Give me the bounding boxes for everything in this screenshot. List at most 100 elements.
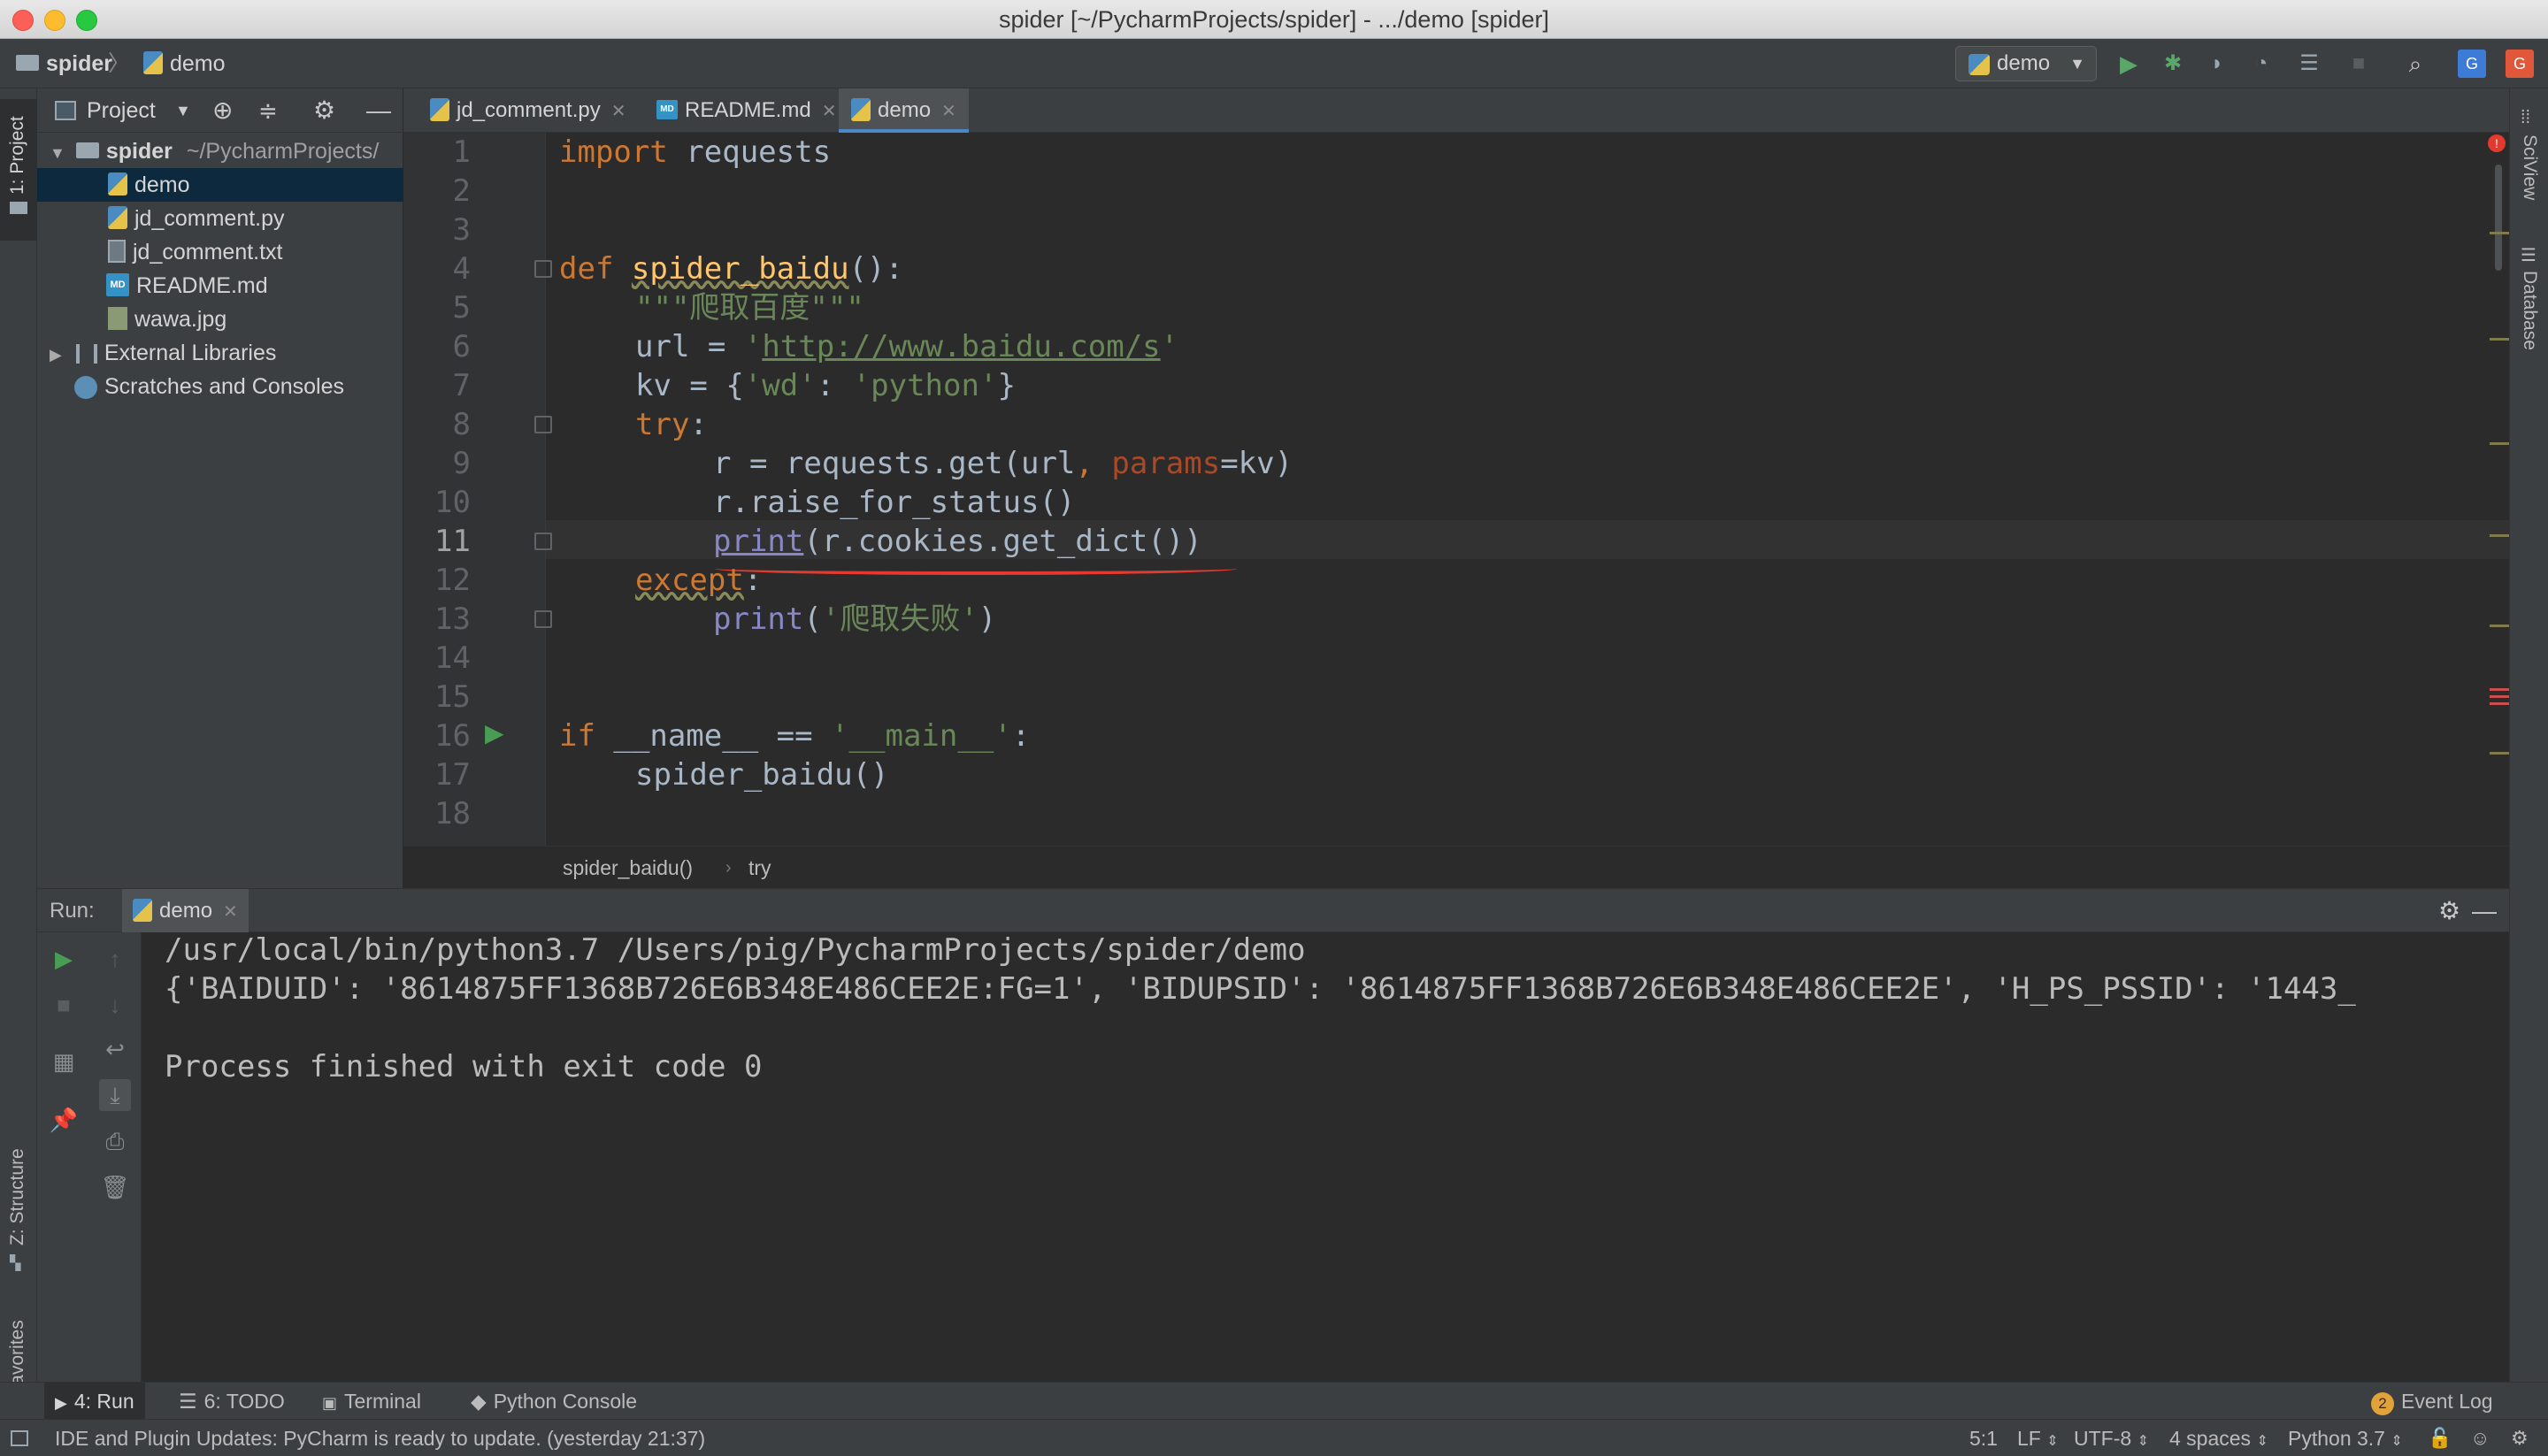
stop-icon[interactable]: ■ bbox=[2345, 50, 2373, 78]
tool-tab-database[interactable]: Database bbox=[2519, 271, 2540, 350]
arrow-up-icon[interactable]: ↑ bbox=[99, 943, 131, 975]
breadcrumb-item-try[interactable]: try bbox=[748, 847, 771, 889]
tab-readme-md[interactable]: MD README.md ✕ bbox=[644, 88, 848, 133]
warning-stripe-mark[interactable] bbox=[2490, 442, 2509, 445]
tree-item-external-libraries[interactable]: ▶ External Libraries bbox=[37, 336, 403, 370]
code-line-8: try: bbox=[635, 407, 708, 442]
updown-icon: ⇕ bbox=[2137, 1434, 2149, 1449]
locate-file-icon[interactable]: ⊕ bbox=[212, 88, 233, 133]
stop-icon[interactable]: ■ bbox=[48, 989, 80, 1021]
warning-stripe-mark[interactable] bbox=[2490, 338, 2509, 341]
run-configuration-dropdown[interactable]: demo ▼ bbox=[1955, 46, 2097, 81]
run-panel-header: Run: demo ✕ ⚙ — bbox=[37, 888, 2509, 933]
caret-position[interactable]: 5:1 bbox=[1969, 1420, 1998, 1456]
tool-tab-sciview[interactable]: SciView bbox=[2519, 134, 2540, 200]
tree-item-demo[interactable]: demo bbox=[37, 168, 403, 202]
run-tab-demo[interactable]: demo ✕ bbox=[122, 889, 249, 933]
error-stripe-mark[interactable] bbox=[2490, 702, 2509, 705]
tab-demo[interactable]: demo ✕ bbox=[839, 88, 969, 133]
close-tab-icon[interactable]: ✕ bbox=[611, 102, 626, 121]
hide-panel-icon[interactable]: — bbox=[366, 88, 391, 133]
close-tab-icon[interactable]: ✕ bbox=[223, 902, 238, 922]
tree-root-spider[interactable]: ▼ spider ~/PycharmProjects/ bbox=[37, 134, 403, 168]
folder-icon bbox=[75, 142, 99, 159]
coverage-icon[interactable]: ◗ bbox=[2203, 50, 2231, 78]
breadcrumb-item-function[interactable]: spider_baidu() bbox=[563, 847, 693, 889]
memory-indicator-icon[interactable]: ⚙ bbox=[2511, 1420, 2529, 1456]
close-tab-icon[interactable]: ✕ bbox=[822, 102, 837, 121]
print-icon[interactable]: ⎙ bbox=[99, 1125, 131, 1157]
tree-item-scratches[interactable]: Scratches and Consoles bbox=[37, 370, 403, 403]
warning-stripe-mark[interactable] bbox=[2490, 232, 2509, 234]
fold-marker-icon[interactable] bbox=[534, 610, 552, 628]
nav-crumb-project[interactable]: spider bbox=[16, 39, 112, 88]
project-view-selector[interactable]: Project bbox=[87, 88, 156, 133]
warning-stripe-mark[interactable] bbox=[2490, 534, 2509, 537]
editor-scrollbar[interactable] bbox=[2495, 165, 2502, 271]
soft-wrap-icon[interactable]: ↩ bbox=[99, 1033, 131, 1065]
fold-marker-icon[interactable] bbox=[534, 533, 552, 550]
tool-button-todo[interactable]: ☰ 6: TODO bbox=[168, 1383, 295, 1420]
tool-button-run[interactable]: ▶ 4: Run bbox=[44, 1383, 145, 1420]
run-icon[interactable]: ▶ bbox=[2114, 50, 2143, 78]
trash-icon[interactable]: 🗑 bbox=[99, 1171, 131, 1203]
error-stripe-mark[interactable] bbox=[2490, 695, 2509, 698]
tool-button-event-log[interactable]: 2 Event Log bbox=[2360, 1383, 2504, 1420]
updown-icon: ⇕ bbox=[2256, 1434, 2268, 1449]
collapse-all-icon[interactable]: ≑ bbox=[258, 88, 278, 133]
encoding-selector[interactable]: UTF-8 ⇕ bbox=[2074, 1420, 2149, 1456]
chevron-down-icon: ▼ bbox=[2069, 55, 2085, 73]
tool-tab-structure[interactable]: Z: Structure bbox=[7, 1148, 28, 1245]
scroll-to-end-icon[interactable]: ⤓ bbox=[99, 1079, 131, 1111]
gutter-divider bbox=[545, 133, 546, 846]
warning-stripe-mark[interactable] bbox=[2490, 625, 2509, 627]
arrow-down-icon[interactable]: ↓ bbox=[99, 989, 131, 1021]
fold-marker-icon[interactable] bbox=[534, 260, 552, 278]
error-stripe-mark[interactable] bbox=[2490, 688, 2509, 691]
run-gutter-icon[interactable]: ▶ bbox=[485, 718, 504, 747]
tool-button-terminal[interactable]: ▣ Terminal bbox=[311, 1383, 432, 1420]
warning-stripe-mark[interactable] bbox=[2490, 752, 2509, 755]
project-panel: Project ▼ ⊕ ≑ ⚙ — ▼ spider ~/PycharmProjec… bbox=[37, 88, 403, 888]
translate-alt-icon[interactable]: G bbox=[2506, 50, 2534, 78]
gear-icon[interactable]: ⚙ bbox=[2438, 889, 2460, 933]
code-line-12: except: bbox=[635, 563, 763, 598]
run-toolbar-primary: ▶ ■ ▦ 📌 bbox=[37, 932, 90, 1382]
tree-item-readme[interactable]: MD README.md bbox=[37, 269, 403, 303]
inspector-icon[interactable]: ☺ bbox=[2470, 1420, 2490, 1456]
left-tool-strip: 1: Project Z: Structure ▚ 2: Favorites ★ bbox=[0, 88, 37, 1449]
status-message[interactable]: IDE and Plugin Updates: PyCharm is ready… bbox=[55, 1420, 705, 1456]
concurrency-icon[interactable]: ☰ bbox=[2295, 50, 2323, 78]
close-tab-icon[interactable]: ✕ bbox=[941, 102, 956, 121]
tab-jd-comment-py[interactable]: jd_comment.py ✕ bbox=[418, 88, 639, 133]
editor-tabs: jd_comment.py ✕ MD README.md ✕ demo ✕ bbox=[403, 88, 2509, 133]
tool-button-python-console[interactable]: ◆ Python Console bbox=[460, 1383, 648, 1420]
interpreter-selector[interactable]: Python 3.7 ⇕ bbox=[2288, 1420, 2403, 1456]
indent-selector[interactable]: 4 spaces ⇕ bbox=[2169, 1420, 2268, 1456]
fold-marker-icon[interactable] bbox=[534, 416, 552, 433]
tree-item-jd-comment-txt[interactable]: jd_comment.txt bbox=[37, 235, 403, 269]
chevron-down-icon[interactable]: ▼ bbox=[175, 88, 191, 133]
tree-item-wawa-jpg[interactable]: wawa.jpg bbox=[37, 303, 403, 336]
code-line-7: kv = {'wd': 'python'} bbox=[635, 368, 1016, 403]
search-icon[interactable]: ⌕ bbox=[2401, 50, 2429, 78]
lock-icon[interactable]: 🔓 bbox=[2428, 1420, 2452, 1456]
gear-icon[interactable]: ⚙ bbox=[313, 88, 335, 133]
nav-crumb-file[interactable]: demo bbox=[143, 39, 226, 88]
tool-tab-project-label[interactable]: 1: Project bbox=[7, 116, 28, 195]
code-line-1: import requests bbox=[559, 134, 832, 170]
tree-item-jd-comment-py[interactable]: jd_comment.py bbox=[37, 202, 403, 235]
rerun-icon[interactable]: ▶ bbox=[48, 943, 80, 975]
folder-icon bbox=[16, 55, 39, 72]
python-file-icon bbox=[108, 172, 127, 196]
debug-icon[interactable]: ✱ bbox=[2159, 50, 2187, 78]
hide-panel-icon[interactable]: — bbox=[2472, 889, 2497, 933]
translate-icon[interactable]: G bbox=[2458, 50, 2486, 78]
profile-icon[interactable]: ◔ bbox=[2247, 50, 2276, 78]
error-indicator-icon[interactable]: ! bbox=[2488, 134, 2506, 152]
line-separator-selector[interactable]: LF ⇕ bbox=[2017, 1420, 2059, 1456]
toggle-tool-windows-icon[interactable] bbox=[11, 1430, 28, 1446]
python-file-icon bbox=[133, 898, 152, 922]
layout-icon[interactable]: ▦ bbox=[48, 1046, 80, 1077]
pin-icon[interactable]: 📌 bbox=[48, 1104, 80, 1136]
